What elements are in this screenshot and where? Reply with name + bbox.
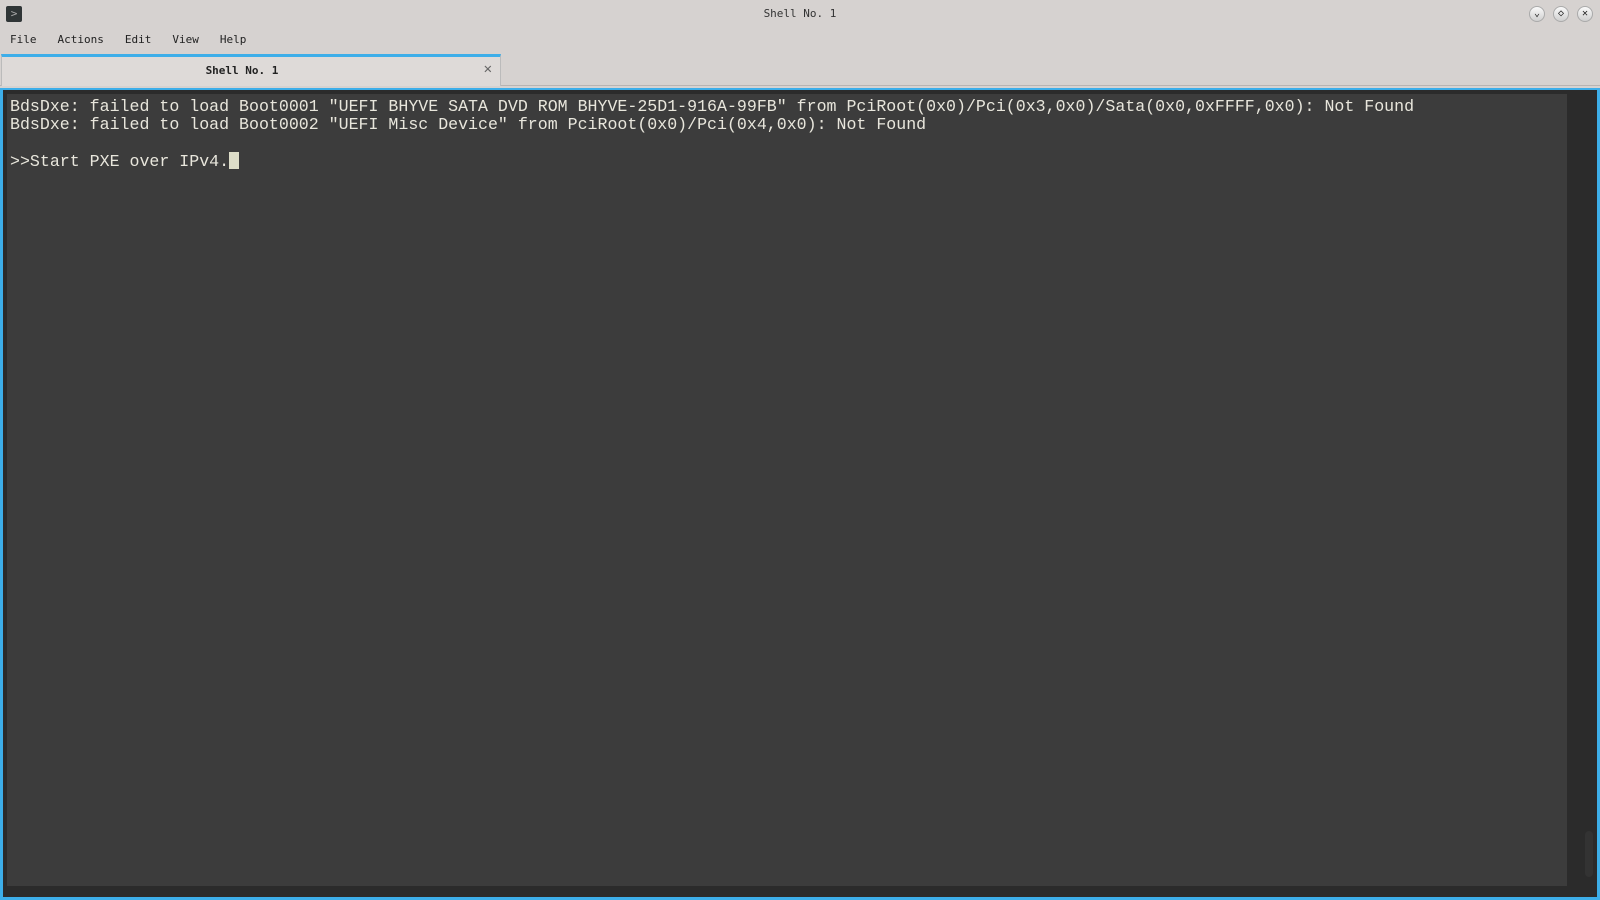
menu-actions[interactable]: Actions: [58, 30, 104, 52]
terminal-line: BdsDxe: failed to load Boot0002 "UEFI Mi…: [10, 115, 927, 134]
tab-bar: Shell No. 1 ✕: [0, 54, 1600, 86]
prompt-text: >>Start PXE over IPv4.: [10, 152, 230, 171]
menu-edit[interactable]: Edit: [125, 30, 152, 52]
terminal-line-prompt: >>Start PXE over IPv4.: [10, 152, 1567, 171]
menu-file[interactable]: File: [10, 30, 37, 52]
menu-view[interactable]: View: [172, 30, 199, 52]
window-title: Shell No. 1: [763, 7, 837, 20]
terminal-line: BdsDxe: failed to load Boot0001 "UEFI BH…: [10, 97, 1415, 116]
close-tab-icon[interactable]: ✕: [484, 61, 492, 77]
menu-help[interactable]: Help: [220, 30, 247, 52]
close-window-button[interactable]: ✕: [1577, 6, 1593, 22]
terminal-line: ​: [10, 134, 1567, 152]
maximize-button[interactable]: ◇: [1553, 6, 1569, 22]
tab-label: Shell No. 1: [205, 64, 279, 77]
minimize-button[interactable]: ⌄: [1529, 6, 1545, 22]
title-bar: > Shell No. 1 ⌄ ◇ ✕: [0, 0, 1600, 28]
terminal-output[interactable]: BdsDxe: failed to load Boot0001 "UEFI BH…: [7, 94, 1567, 886]
terminal-view[interactable]: BdsDxe: failed to load Boot0001 "UEFI BH…: [0, 88, 1600, 900]
tab-shell-1[interactable]: Shell No. 1 ✕: [1, 54, 501, 86]
text-cursor: [229, 152, 240, 169]
scrollbar[interactable]: [1585, 831, 1593, 877]
menu-bar: File Actions Edit View Help: [0, 30, 267, 52]
